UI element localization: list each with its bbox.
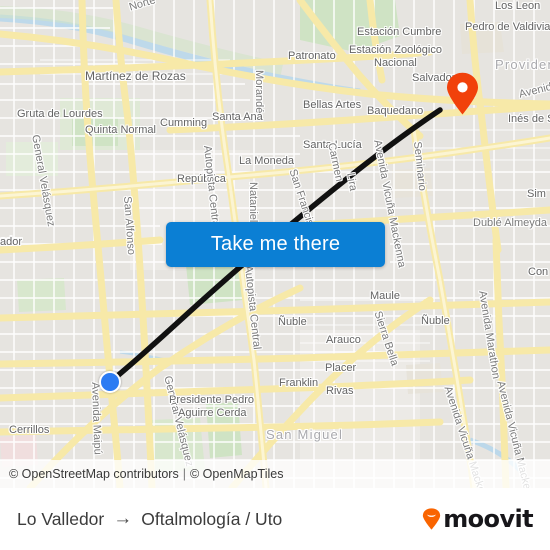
attribution-separator: |	[182, 467, 186, 481]
take-me-there-button[interactable]: Take me there	[166, 222, 385, 267]
moovit-map-screen: Norte Los Leon Patronato Estación Cumbre Est…	[0, 0, 550, 550]
origin-marker[interactable]	[99, 371, 121, 393]
route-origin-label: Lo Valledor	[17, 508, 105, 529]
route-summary: Lo Valledor → Oftalmología / Uto	[17, 509, 422, 530]
arrow-right-icon: →	[113, 507, 133, 529]
route-destination-label: Oftalmología / Uto	[141, 508, 283, 529]
moovit-wordmark: moovit	[443, 505, 533, 533]
attribution-tiles[interactable]: © OpenMapTiles	[190, 467, 284, 481]
map-attribution-bar: © OpenStreetMap contributors | © OpenMap…	[0, 460, 550, 488]
footer-bar: Lo Valledor → Oftalmología / Uto moovit	[0, 488, 550, 550]
attribution-osm[interactable]: © OpenStreetMap contributors	[0, 467, 179, 481]
map-canvas[interactable]: Norte Los Leon Patronato Estación Cumbre Est…	[0, 0, 550, 488]
moovit-pin-icon	[422, 508, 441, 530]
moovit-logo[interactable]: moovit	[422, 505, 534, 533]
destination-marker[interactable]	[446, 72, 479, 115]
